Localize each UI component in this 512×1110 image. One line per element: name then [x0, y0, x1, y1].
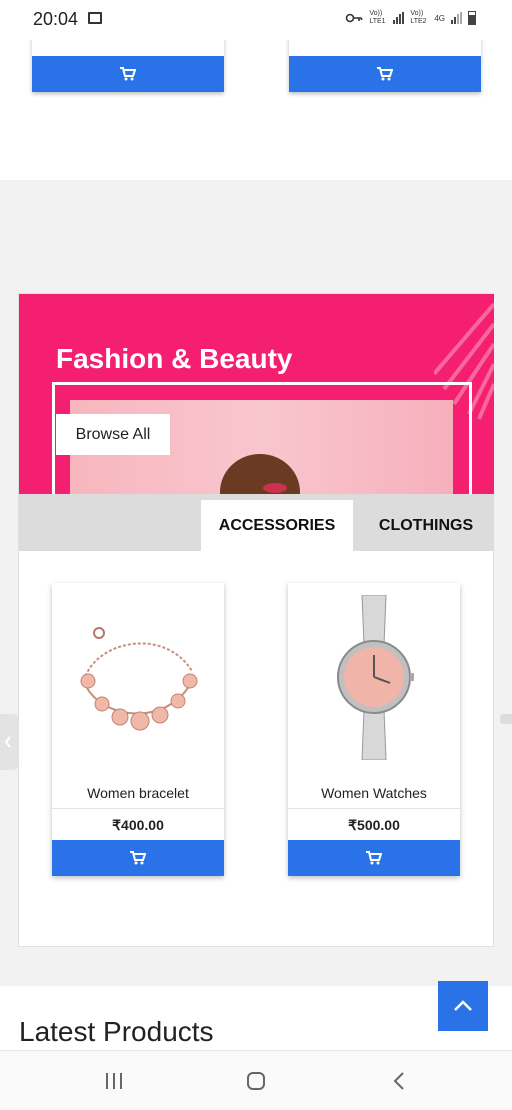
divider [288, 808, 460, 809]
chevron-left-icon [4, 736, 11, 748]
back-icon[interactable] [392, 1071, 406, 1091]
product-name[interactable]: Women bracelet [52, 785, 224, 801]
add-to-cart-button[interactable] [32, 56, 224, 92]
recent-apps-icon[interactable] [104, 1072, 124, 1090]
watch-image [337, 595, 414, 760]
network-label: 4G [434, 13, 445, 23]
carousel-prev-button[interactable] [0, 714, 18, 770]
signal-icon [451, 12, 462, 24]
sim2-label: Vo)) LTE2 [410, 10, 427, 25]
browse-all-button[interactable]: Browse All [56, 414, 170, 455]
product-price: ₹400.00 [112, 817, 164, 833]
key-icon [346, 13, 363, 23]
cart-icon [120, 67, 136, 81]
cart-icon [377, 67, 393, 81]
status-time: 20:04 [33, 9, 79, 29]
product-card[interactable]: Women Watches ₹500.00 [288, 583, 460, 876]
signal-icon [393, 12, 405, 24]
cart-icon [366, 851, 382, 865]
divider [52, 808, 224, 809]
system-nav-bar [0, 1050, 512, 1110]
scroll-to-top-button[interactable] [438, 981, 488, 1031]
gallery-icon [88, 12, 102, 24]
cart-icon [130, 851, 146, 865]
status-indicators: Vo)) LTE1 Vo)) LTE2 4G [345, 10, 476, 26]
model-head [220, 454, 300, 494]
section-title: Fashion & Beauty [56, 343, 293, 374]
add-to-cart-button[interactable] [289, 56, 481, 92]
add-to-cart-button[interactable] [288, 840, 460, 876]
home-icon[interactable] [246, 1071, 266, 1091]
bracelet-image [80, 627, 198, 731]
product-card[interactable]: Women bracelet ₹400.00 [52, 583, 224, 876]
tab-accessories[interactable]: ACCESSORIES [201, 500, 353, 551]
product-name[interactable]: Women Watches [288, 785, 460, 801]
battery-icon [468, 11, 476, 25]
sim1-label: Vo)) LTE1 [369, 10, 386, 25]
product-price: ₹500.00 [348, 817, 400, 833]
add-to-cart-button[interactable] [52, 840, 224, 876]
chevron-up-icon [454, 1000, 472, 1011]
latest-products-title: Latest Products [19, 1016, 214, 1047]
tab-clothings[interactable]: CLOTHINGS [358, 500, 494, 551]
carousel-next-handle[interactable] [500, 714, 512, 724]
